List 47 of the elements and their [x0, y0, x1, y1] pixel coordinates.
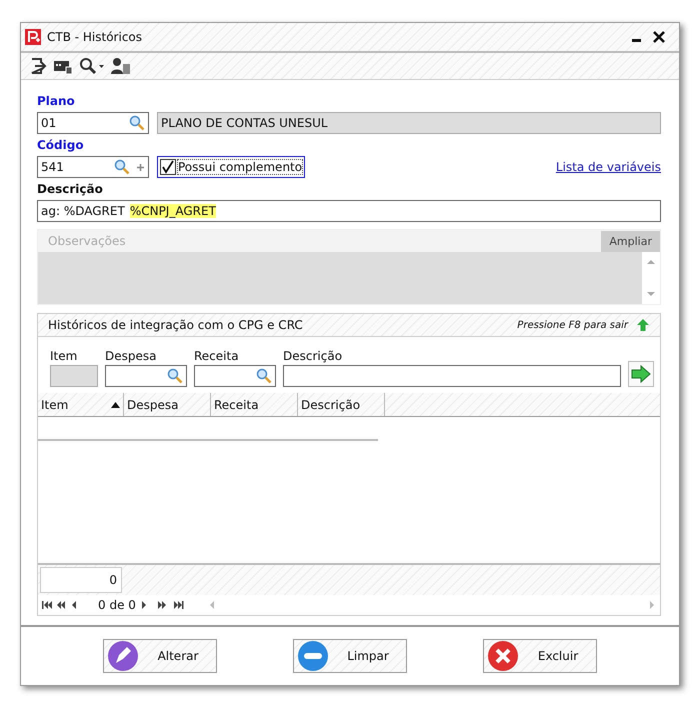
- exit-icon[interactable]: [29, 57, 47, 75]
- column-header[interactable]: Despesa: [124, 393, 211, 416]
- checkbox-icon[interactable]: [160, 159, 176, 175]
- column-header[interactable]: Descrição: [298, 393, 385, 416]
- lookup-field[interactable]: [105, 365, 187, 387]
- search-icon[interactable]: [79, 57, 105, 75]
- clear-button[interactable]: Limpar: [293, 639, 407, 673]
- field-label: Descrição: [37, 182, 104, 196]
- field-label: Item: [50, 349, 78, 363]
- column-header[interactable]: Item: [38, 393, 124, 416]
- x-icon: [487, 640, 519, 672]
- window-title: CTB - Históricos: [47, 30, 142, 44]
- input-field[interactable]: [283, 365, 621, 387]
- complement-checkbox[interactable]: Possui complemento: [157, 156, 306, 178]
- variables-link[interactable]: Lista de variáveis: [556, 160, 661, 174]
- item-field: [50, 365, 98, 387]
- field-label: Plano: [37, 94, 76, 108]
- notes-field[interactable]: Observações Ampliar: [37, 229, 661, 305]
- delete-button[interactable]: Excluir: [483, 639, 597, 673]
- app-icon: [25, 29, 41, 45]
- pencil-icon: [107, 640, 139, 672]
- column-header[interactable]: Receita: [211, 393, 298, 416]
- field-label: Descrição: [283, 349, 344, 363]
- total-field: 0: [40, 567, 122, 593]
- user-icon[interactable]: [111, 57, 131, 75]
- field-label: Código: [37, 138, 85, 152]
- page-counter: 0 de 0: [98, 598, 136, 612]
- plus-icon[interactable]: [136, 162, 145, 172]
- field-label: Receita: [194, 349, 240, 363]
- highlighted-text: %CNPJ_AGRET: [130, 204, 216, 218]
- lookup-field[interactable]: [194, 365, 276, 387]
- sort-up-icon: [111, 402, 120, 408]
- group-title: Históricos de integração com o CPG e CRC: [48, 318, 303, 332]
- arrow-up-icon[interactable]: [636, 318, 650, 332]
- scrollbar[interactable]: [642, 252, 660, 304]
- field-text: ag: %DAGRET: [41, 204, 125, 218]
- edit-button[interactable]: Alterar: [103, 639, 217, 673]
- input-field[interactable]: 01: [37, 112, 149, 134]
- add-button[interactable]: [628, 361, 654, 387]
- expand-button[interactable]: Ampliar: [601, 230, 660, 252]
- lookup-field: PLANO DE CONTAS UNESUL: [157, 112, 661, 134]
- close-icon[interactable]: [653, 31, 665, 43]
- hint-text: Pressione F8 para sair: [517, 320, 628, 330]
- field-label: Despesa: [105, 349, 158, 363]
- input-field[interactable]: 541: [37, 156, 149, 178]
- description-field[interactable]: ag: %DAGRET %CNPJ_AGRET: [37, 200, 661, 222]
- minus-icon: [297, 640, 329, 672]
